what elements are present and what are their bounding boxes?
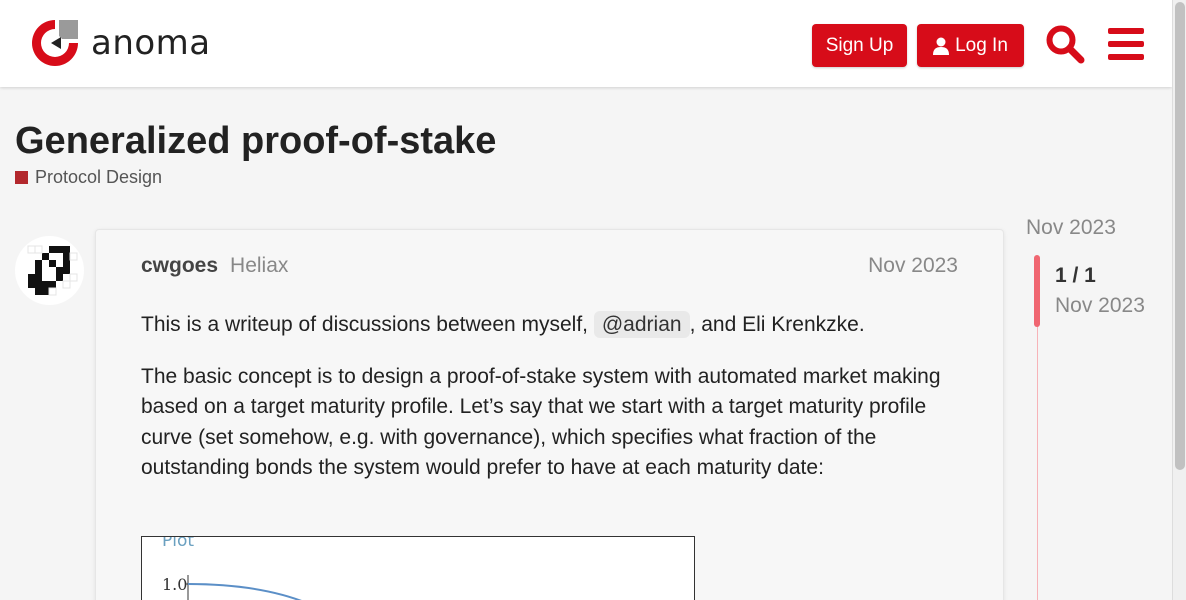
plot-curve: [186, 575, 302, 600]
timeline-current-date: Nov 2023: [1055, 294, 1145, 317]
topic-title[interactable]: Generalized proof-of-stake: [15, 120, 496, 163]
hamburger-menu-icon: [1108, 28, 1144, 60]
site-header: anoma Sign Up Log In: [0, 0, 1172, 87]
timeline-start-date[interactable]: Nov 2023: [1026, 216, 1116, 240]
hamburger-menu-button[interactable]: [1103, 21, 1149, 67]
identicon-avatar-icon: [27, 245, 78, 296]
logo-text: anoma: [91, 23, 211, 63]
sign-up-label: Sign Up: [825, 34, 894, 56]
search-icon: [1046, 25, 1085, 64]
post-username[interactable]: cwgoes: [141, 254, 218, 278]
post-card: cwgoes Heliax Nov 2023 This is a writeup…: [95, 229, 1004, 600]
paragraph-1-text-start: This is a writeup of discussions between…: [141, 313, 594, 336]
avatar[interactable]: [15, 236, 84, 305]
page-scrollbar[interactable]: [1172, 0, 1186, 600]
paragraph-1-text-end: , and Eli Krenkzke.: [689, 313, 865, 336]
post-date[interactable]: Nov 2023: [868, 254, 958, 278]
timeline-position: 1 / 1: [1055, 264, 1096, 287]
category-badge[interactable]: Protocol Design: [15, 167, 162, 188]
site-logo[interactable]: anoma: [29, 17, 211, 69]
timeline-handle[interactable]: [1034, 255, 1040, 327]
log-in-button[interactable]: Log In: [917, 24, 1024, 67]
plot-image[interactable]: Plot 1.0: [141, 536, 695, 600]
user-mention[interactable]: @adrian: [593, 311, 690, 338]
search-button[interactable]: [1042, 21, 1088, 67]
category-label: Protocol Design: [35, 167, 163, 187]
user-icon: [933, 37, 950, 55]
topic-timeline: Nov 2023 1 / 1 Nov 2023: [1026, 216, 1166, 600]
post-paragraph-1: This is a writeup of discussions between…: [141, 310, 961, 341]
category-color-square: [15, 171, 28, 184]
log-in-label: Log In: [955, 34, 1008, 56]
scrollbar-thumb[interactable]: [1175, 2, 1185, 470]
sign-up-button[interactable]: Sign Up: [812, 24, 907, 67]
post-meta: cwgoes Heliax: [141, 254, 288, 278]
anoma-logo-icon: [32, 20, 78, 66]
post-user-title: Heliax: [230, 254, 289, 277]
post-body: This is a writeup of discussions between…: [141, 310, 961, 505]
post-paragraph-2: The basic concept is to design a proof-o…: [141, 364, 941, 480]
